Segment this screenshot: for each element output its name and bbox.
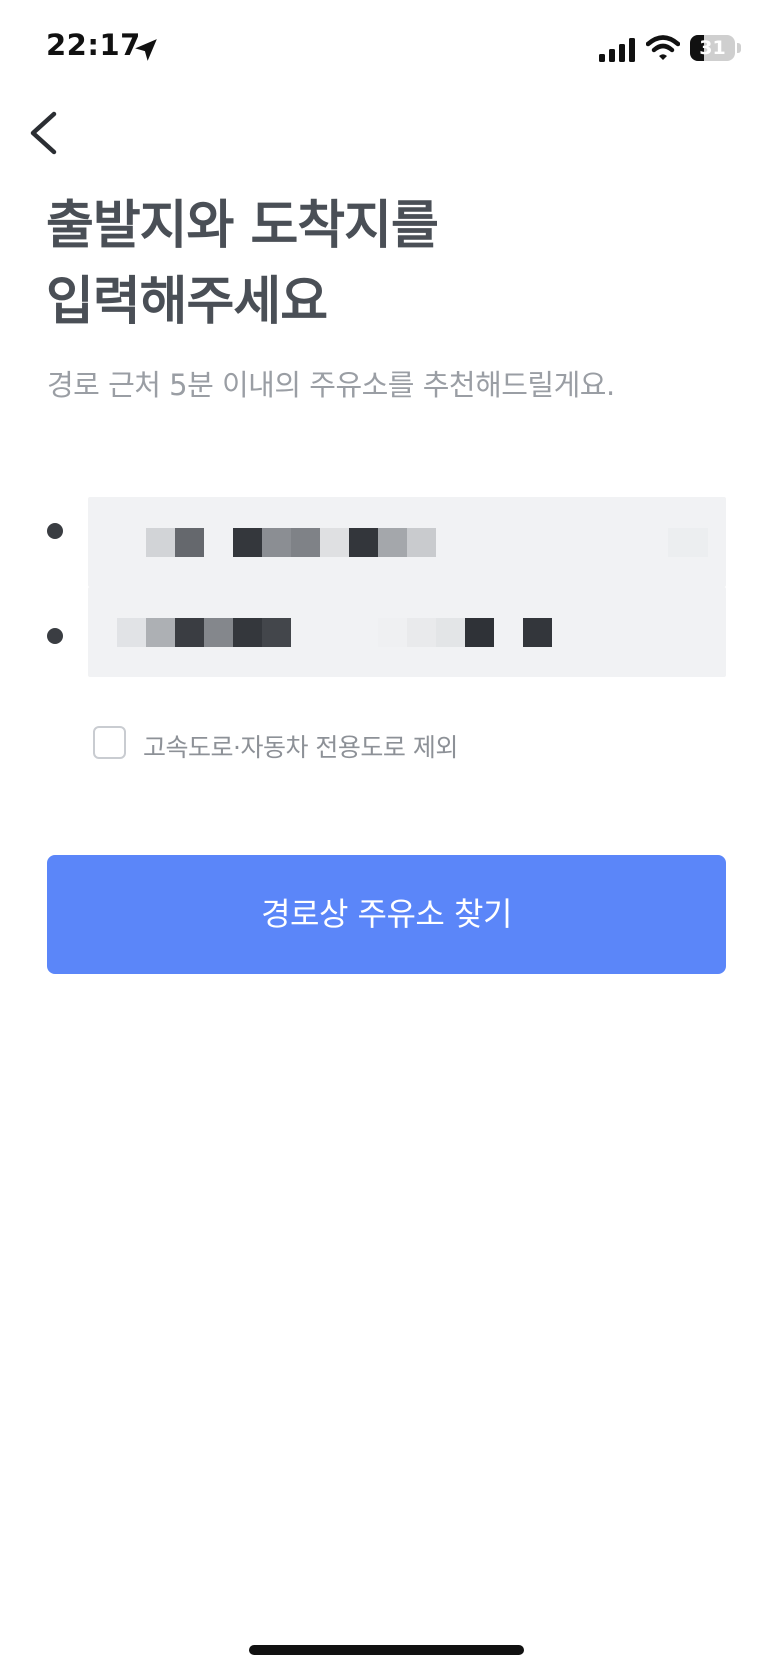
- redacted-origin-address: [88, 497, 726, 587]
- route-gas-station-screen: 22:17 31 출발지와 도착지를 입력해주세요 경로 근처 5분 이내의 주…: [0, 0, 773, 1673]
- exclude-highway-checkbox[interactable]: [93, 726, 126, 759]
- find-gas-stations-button[interactable]: 경로상 주유소 찾기: [47, 855, 726, 974]
- origin-dot: [47, 523, 63, 539]
- battery-tip: [737, 43, 741, 53]
- origin-input[interactable]: [88, 497, 726, 587]
- page-title-line-2: 입력해주세요: [46, 272, 328, 332]
- page-title: 출발지와 도착지를 입력해주세요: [46, 188, 726, 340]
- back-button[interactable]: [20, 106, 70, 160]
- location-arrow-icon: [135, 39, 157, 61]
- battery-level-text: 31: [699, 37, 726, 59]
- redacted-destination-address: [88, 587, 726, 677]
- wifi-icon: [646, 35, 680, 60]
- destination-input[interactable]: [88, 587, 726, 677]
- home-indicator[interactable]: [249, 1645, 524, 1655]
- battery-icon: 31: [690, 35, 735, 61]
- page-subtitle: 경로 근처 5분 이내의 주유소를 추천해드릴게요.: [47, 368, 615, 402]
- page-title-line-1: 출발지와 도착지를: [46, 196, 439, 256]
- status-time: 22:17: [46, 28, 141, 62]
- exclude-highway-label: 고속도로·자동차 전용도로 제외: [143, 733, 458, 762]
- chevron-left-icon: [30, 111, 57, 155]
- cellular-signal-icon: [599, 38, 635, 62]
- exclude-highway-option[interactable]: 고속도로·자동차 전용도로 제외: [93, 726, 513, 764]
- destination-dot: [47, 628, 63, 644]
